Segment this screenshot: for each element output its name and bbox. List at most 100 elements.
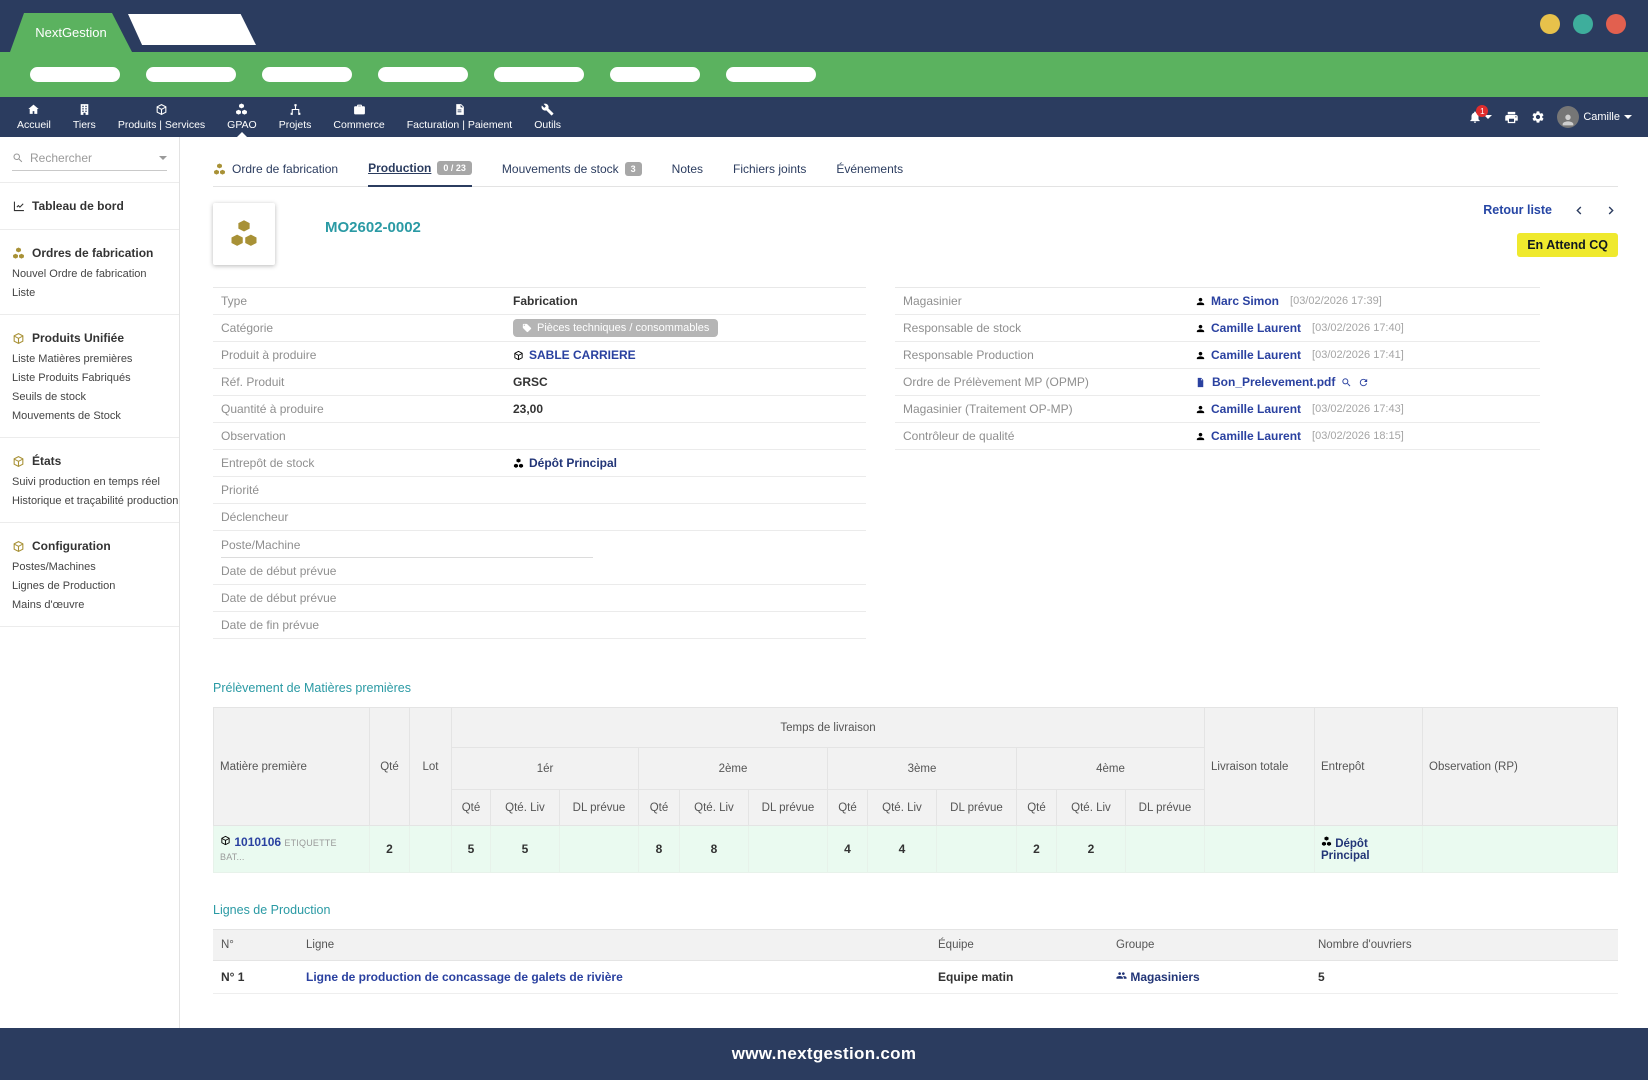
box-icon [155, 103, 168, 116]
nav-label: Accueil [17, 119, 51, 131]
cell-d4-qte: 2 [1017, 826, 1057, 873]
user-link[interactable]: Camille Laurent [1211, 402, 1301, 416]
sidebar-search [12, 151, 167, 171]
production-line-link[interactable]: Ligne de production de concassage de gal… [306, 970, 623, 984]
back-to-list-link[interactable]: Retour liste [1483, 203, 1552, 217]
user-icon [1195, 431, 1206, 442]
printer-icon[interactable] [1504, 110, 1519, 125]
subcol-qte-liv: Qté. Liv [868, 790, 937, 826]
user-link[interactable]: Marc Simon [1211, 294, 1279, 308]
notifications-button[interactable]: 1 [1468, 110, 1492, 124]
sidebar-section-configuration[interactable]: Configuration [0, 534, 179, 558]
section-title-prelevement: Prélèvement de Matières premières [213, 681, 1618, 695]
nav-item-commerce[interactable]: Commerce [322, 97, 395, 137]
product-link[interactable]: SABLE CARRIERE [529, 348, 636, 362]
tab-evenements[interactable]: Événements [836, 158, 903, 186]
window-minimize-button[interactable] [1540, 14, 1560, 34]
nav-item-produits-services[interactable]: Produits | Services [107, 97, 216, 137]
cell-d3-qte: 4 [828, 826, 868, 873]
sidebar-section-ordres-de-fabrication[interactable]: Ordres de fabrication [0, 241, 179, 265]
sidebar-item-liste-produits-fabriques[interactable]: Liste Produits Fabriqués [0, 369, 179, 388]
settings-gear-icon[interactable] [1531, 110, 1545, 124]
brand-decorative-shape [128, 14, 256, 45]
cell-equipe: Equipe matin [930, 961, 1108, 994]
pdf-link[interactable]: Bon_Prelevement.pdf [1212, 375, 1335, 389]
nav-pill [494, 67, 584, 82]
material-code-link[interactable]: 1010106 [234, 835, 281, 849]
main-nav-bar: Accueil Tiers Produits | Services GPAO P… [0, 97, 1648, 137]
chevron-down-icon [1624, 115, 1632, 119]
field-poste-machine: Poste/Machine [213, 531, 866, 558]
refresh-icon[interactable] [1358, 377, 1369, 388]
search-input[interactable] [30, 151, 153, 165]
tab-fichiers-joints[interactable]: Fichiers joints [733, 158, 806, 186]
sidebar-item-postes-machines[interactable]: Postes/Machines [0, 558, 179, 577]
sidebar-section-produits-unifiee[interactable]: Produits Unifiée [0, 326, 179, 350]
col-observation-rp: Observation (RP) [1423, 708, 1618, 826]
chevron-down-icon[interactable] [159, 156, 167, 160]
main-panel: Ordre de fabrication Production 0 / 23 M… [180, 137, 1648, 1028]
group-link[interactable]: Magasiniers [1130, 970, 1199, 984]
field-quantite-a-produire: Quantité à produire 23,00 [213, 396, 866, 423]
cell-observation-rp [1423, 826, 1618, 873]
sidebar-item-suivi-production[interactable]: Suivi production en temps réel [0, 473, 179, 492]
nav-item-outils[interactable]: Outils [523, 97, 572, 137]
field-priorite: Priorité [213, 477, 866, 504]
production-lines-table: N° Ligne Équipe Groupe Nombre d'ouvriers… [213, 929, 1618, 994]
sidebar-item-lignes-de-production[interactable]: Lignes de Production [0, 577, 179, 596]
brand-name: NextGestion [35, 25, 107, 40]
nav-item-tiers[interactable]: Tiers [62, 97, 107, 137]
sidebar-item-historique-tracabilite[interactable]: Historique et traçabilité production [0, 492, 179, 511]
secondary-nav-bar [0, 52, 1648, 97]
chevron-right-icon[interactable] [1605, 204, 1618, 217]
cubes-icon [229, 219, 259, 249]
tab-ordre-de-fabrication[interactable]: Ordre de fabrication [213, 158, 338, 186]
nav-item-facturation-paiement[interactable]: Facturation | Paiement [396, 97, 523, 137]
window-restore-button[interactable] [1573, 14, 1593, 34]
tab-production[interactable]: Production 0 / 23 [368, 157, 472, 187]
field-magasinier: Magasinier Marc Simon [03/02/2026 17:39] [895, 288, 1540, 315]
nav-pill [146, 67, 236, 82]
warehouse-link[interactable]: Dépôt Principal [529, 456, 617, 470]
zoom-preview-icon[interactable] [1341, 377, 1352, 388]
user-menu[interactable]: Camille [1557, 106, 1632, 128]
cell-d1-dl [560, 826, 639, 873]
sidebar-item-seuils-de-stock[interactable]: Seuils de stock [0, 388, 179, 407]
brand-tab: NextGestion [10, 13, 132, 52]
nav-label: Outils [534, 119, 561, 131]
footer-url: www.nextgestion.com [732, 1044, 917, 1064]
sidebar-item-mouvements-de-stock[interactable]: Mouvements de Stock [0, 407, 179, 426]
cell-d4-dl [1126, 826, 1205, 873]
production-line-row: N° 1 Ligne de production de concassage d… [213, 961, 1618, 994]
window-close-button[interactable] [1606, 14, 1626, 34]
col-qte: Qté [370, 708, 410, 826]
cell-d2-dl [749, 826, 828, 873]
home-icon [27, 103, 40, 116]
sidebar-item-mains-doeuvre[interactable]: Mains d'œuvre [0, 596, 179, 615]
nav-item-accueil[interactable]: Accueil [6, 97, 62, 137]
sidebar-item-liste-matieres-premieres[interactable]: Liste Matières premières [0, 350, 179, 369]
nav-item-projets[interactable]: Projets [268, 97, 323, 137]
sidebar-item-liste[interactable]: Liste [0, 284, 179, 303]
cell-qte: 2 [370, 826, 410, 873]
box-icon [513, 350, 524, 361]
cell-d1-qte: 5 [452, 826, 491, 873]
sidebar-item-tableau-de-bord[interactable]: Tableau de bord [0, 194, 179, 218]
cell-livraison-totale [1205, 826, 1315, 873]
avatar [1557, 106, 1579, 128]
chevron-left-icon[interactable] [1572, 204, 1585, 217]
cell-d3-dl [937, 826, 1017, 873]
user-link[interactable]: Camille Laurent [1211, 348, 1301, 362]
tab-notes[interactable]: Notes [672, 158, 703, 186]
field-magasinier-traitement-opmp: Magasinier (Traitement OP-MP) Camille La… [895, 396, 1540, 423]
user-link[interactable]: Camille Laurent [1211, 429, 1301, 443]
tab-mouvements-de-stock[interactable]: Mouvements de stock 3 [502, 158, 642, 186]
sidebar-section-etats[interactable]: États [0, 449, 179, 473]
field-date-debut-prevue-2: Date de début prévue [213, 585, 866, 612]
user-link[interactable]: Camille Laurent [1211, 321, 1301, 335]
field-ordre-prelevement-opmp: Ordre de Prélèvement MP (OPMP) Bon_Prele… [895, 369, 1540, 396]
sidebar-item-nouvel-ordre[interactable]: Nouvel Ordre de fabrication [0, 265, 179, 284]
cubes-icon [235, 103, 248, 116]
nav-item-gpao[interactable]: GPAO [216, 97, 268, 137]
section-title-lignes-de-production: Lignes de Production [213, 903, 1618, 917]
